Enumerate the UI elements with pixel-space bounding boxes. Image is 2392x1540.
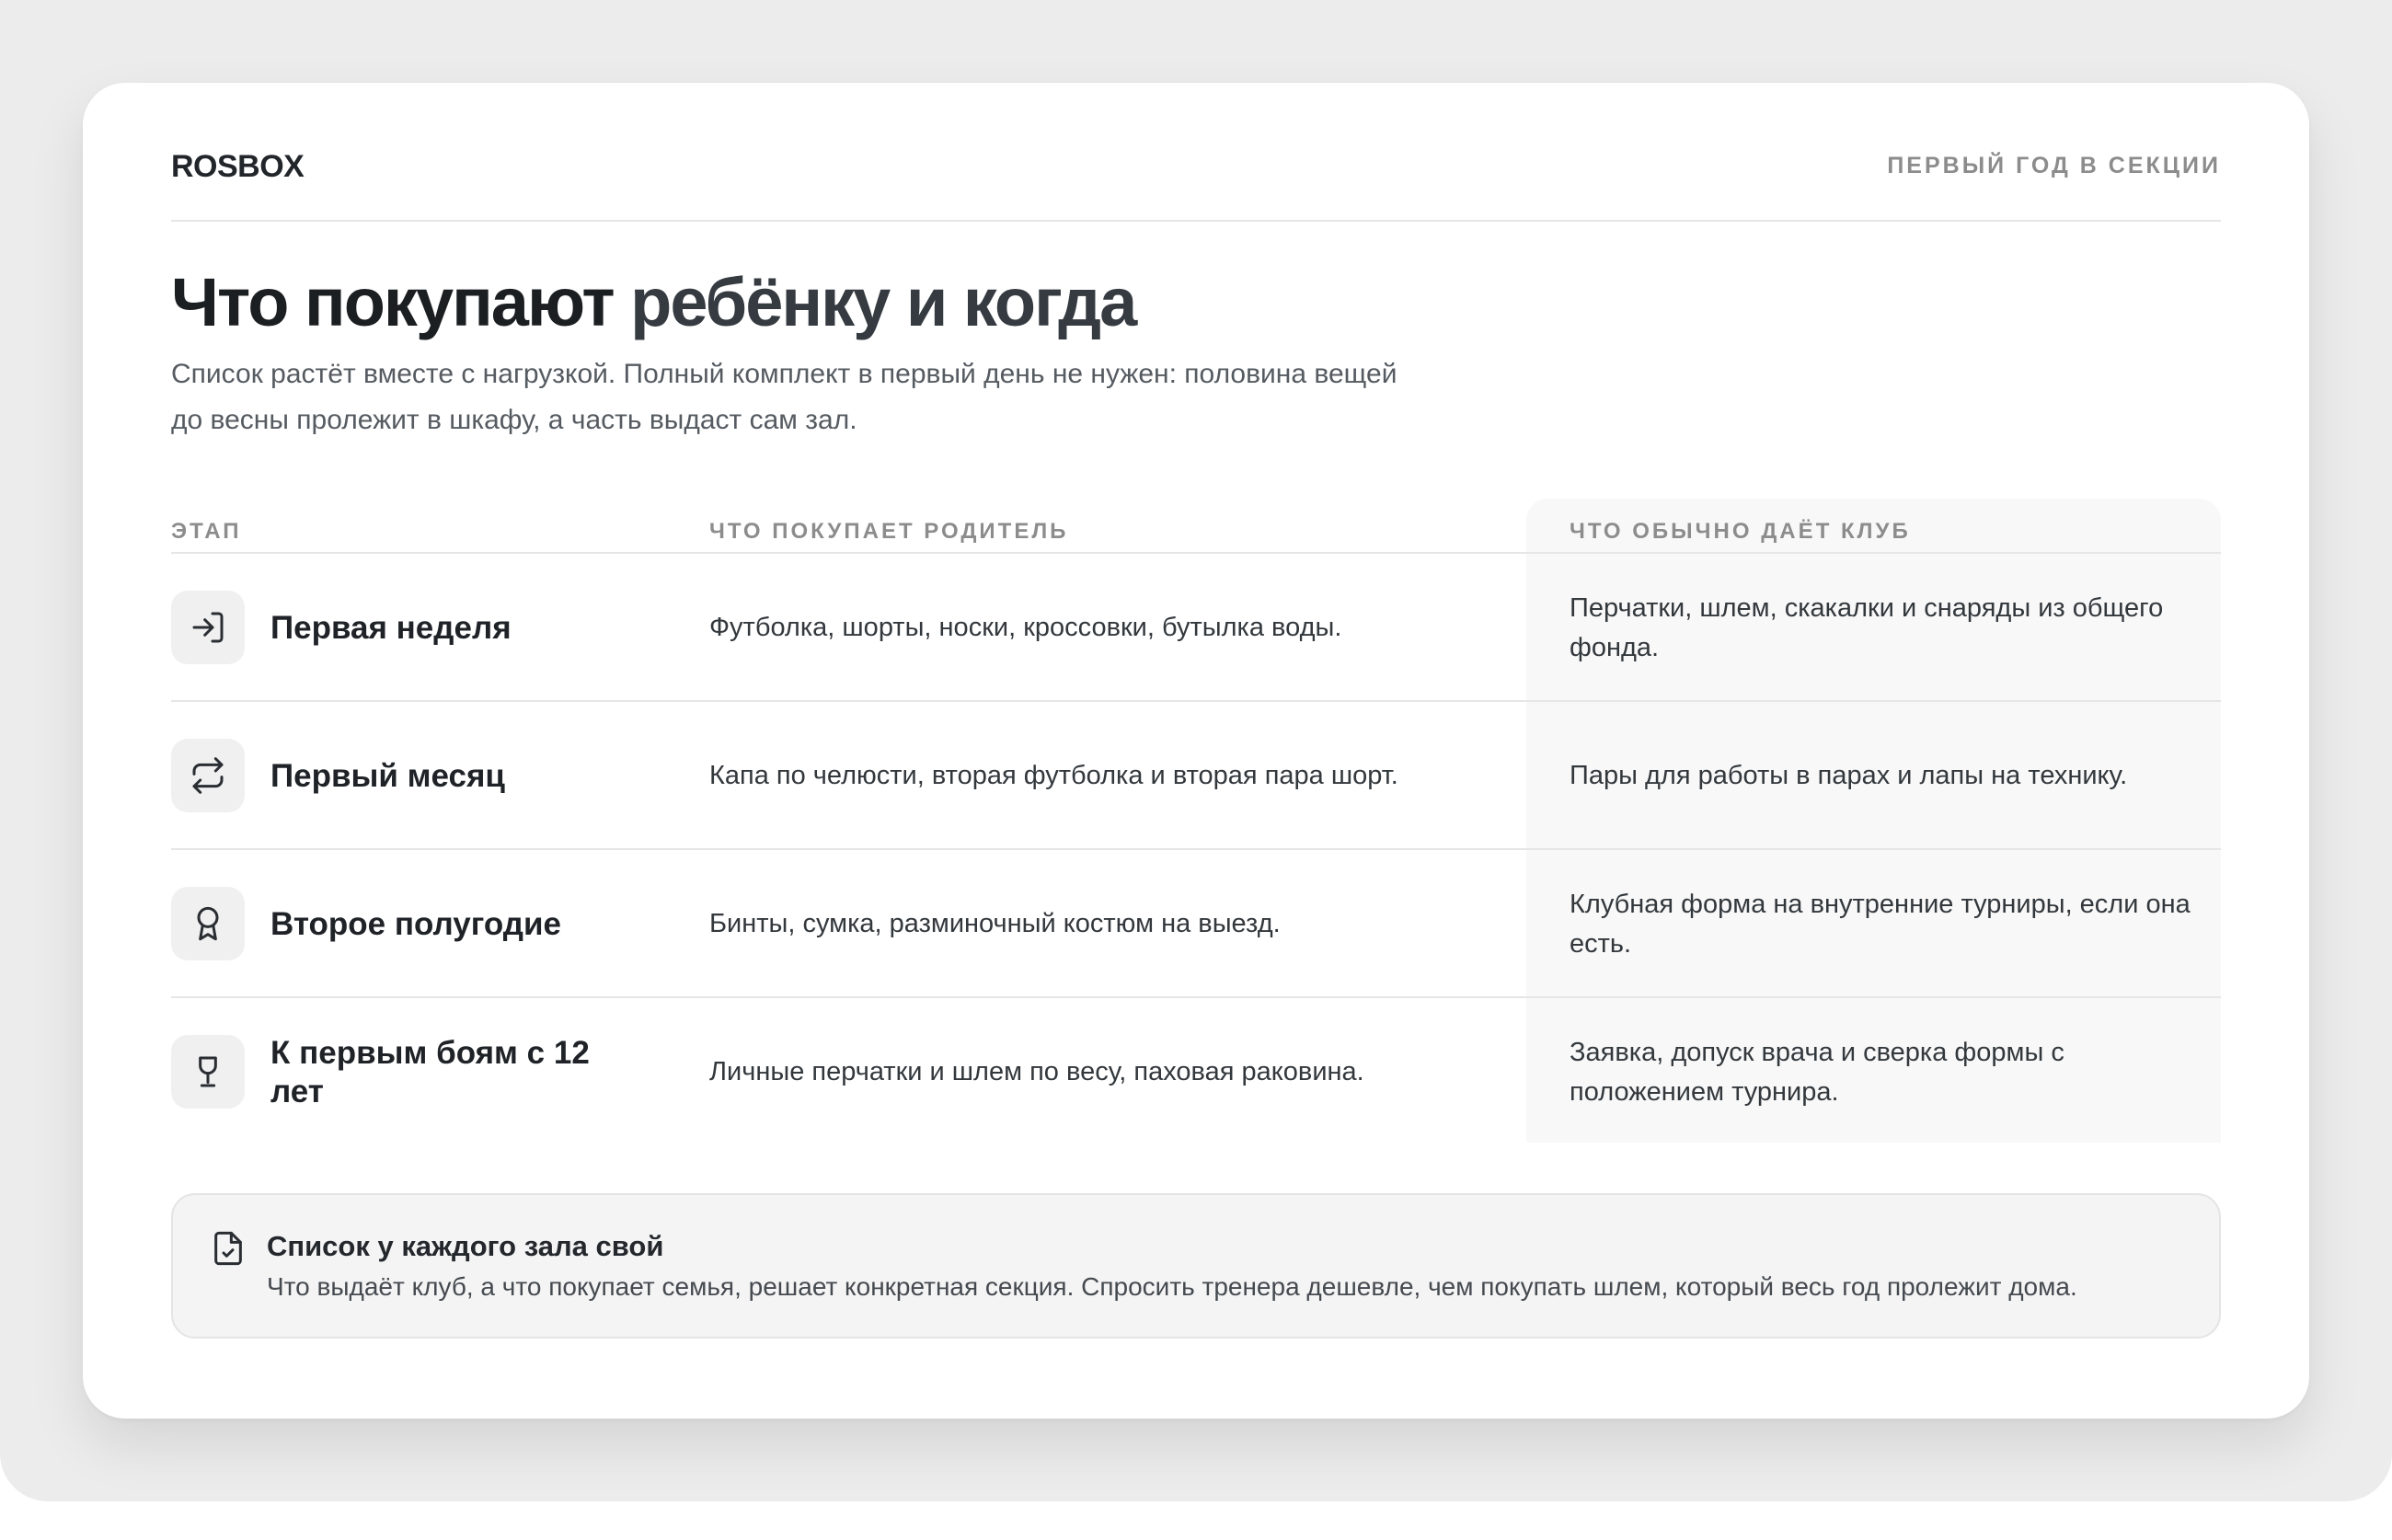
parent-buys: Бинты, сумка, разминочный костюм на выез… — [709, 909, 1281, 938]
table-row: Первый месяц Капа по челюсти, вторая фут… — [171, 702, 2221, 850]
note-title: Список у каждого зала свой — [267, 1230, 664, 1262]
table-row: К первым боям с 12 лет Личные перчатки и… — [171, 998, 2221, 1146]
club-provides: Пары для работы в парах и лапы на техник… — [1570, 761, 2128, 790]
header-stage: ЭТАП — [171, 519, 242, 544]
award-icon — [171, 887, 245, 960]
parent-buys: Капа по челюсти, вторая футболка и втора… — [709, 761, 1398, 790]
header: ROSBOX ПЕРВЫЙ ГОД В СЕКЦИИ — [171, 83, 2221, 222]
lead-text: Список растёт вместе с нагрузкой. Полный… — [171, 359, 1397, 435]
stage-label: К первым боям с 12 лет — [270, 1034, 590, 1109]
table-row: Первая неделя Футболка, шорты, носки, кр… — [171, 554, 2221, 702]
title-strong: Что покупают — [171, 264, 615, 340]
section-eyebrow: ПЕРВЫЙ ГОД В СЕКЦИИ — [1887, 153, 2221, 178]
info-note: Список у каждого зала свой Что выдаёт кл… — [171, 1193, 2221, 1339]
enter-icon — [171, 591, 245, 664]
club-provides: Заявка, допуск врача и сверка формы с по… — [1570, 1037, 2064, 1107]
table-row: Второе полугодие Бинты, сумка, разминочн… — [171, 850, 2221, 998]
club-provides: Клубная форма на внутренние турниры, есл… — [1570, 889, 2191, 959]
content-card: ROSBOX ПЕРВЫЙ ГОД В СЕКЦИИ Что покупают … — [83, 83, 2309, 1419]
header-parent: ЧТО ПОКУПАЕТ РОДИТЕЛЬ — [709, 519, 1069, 544]
title-soft: ребёнку и когда — [613, 264, 1137, 340]
table-header: ЭТАП ЧТО ПОКУПАЕТ РОДИТЕЛЬ ЧТО ОБЫЧНО ДА… — [171, 499, 2221, 554]
parent-buys: Футболка, шорты, носки, кроссовки, бутыл… — [709, 613, 1342, 642]
brand-logo: ROSBOX — [171, 149, 305, 184]
repeat-icon — [171, 739, 245, 812]
trophy-icon — [171, 1035, 245, 1109]
parent-buys: Личные перчатки и шлем по весу, паховая … — [709, 1057, 1364, 1086]
note-text: Что выдаёт клуб, а что покупает семья, р… — [267, 1272, 2077, 1301]
stage-label: Первый месяц — [270, 757, 505, 794]
stage-label: Второе полугодие — [270, 905, 561, 942]
stage-label: Первая неделя — [270, 609, 512, 646]
header-club: ЧТО ОБЫЧНО ДАЁТ КЛУБ — [1570, 519, 1911, 544]
club-provides: Перчатки, шлем, скакалки и снаряды из об… — [1570, 592, 2164, 662]
file-check-icon — [214, 1231, 242, 1266]
page-title: Что покупают ребёнку и когда — [171, 264, 1137, 340]
